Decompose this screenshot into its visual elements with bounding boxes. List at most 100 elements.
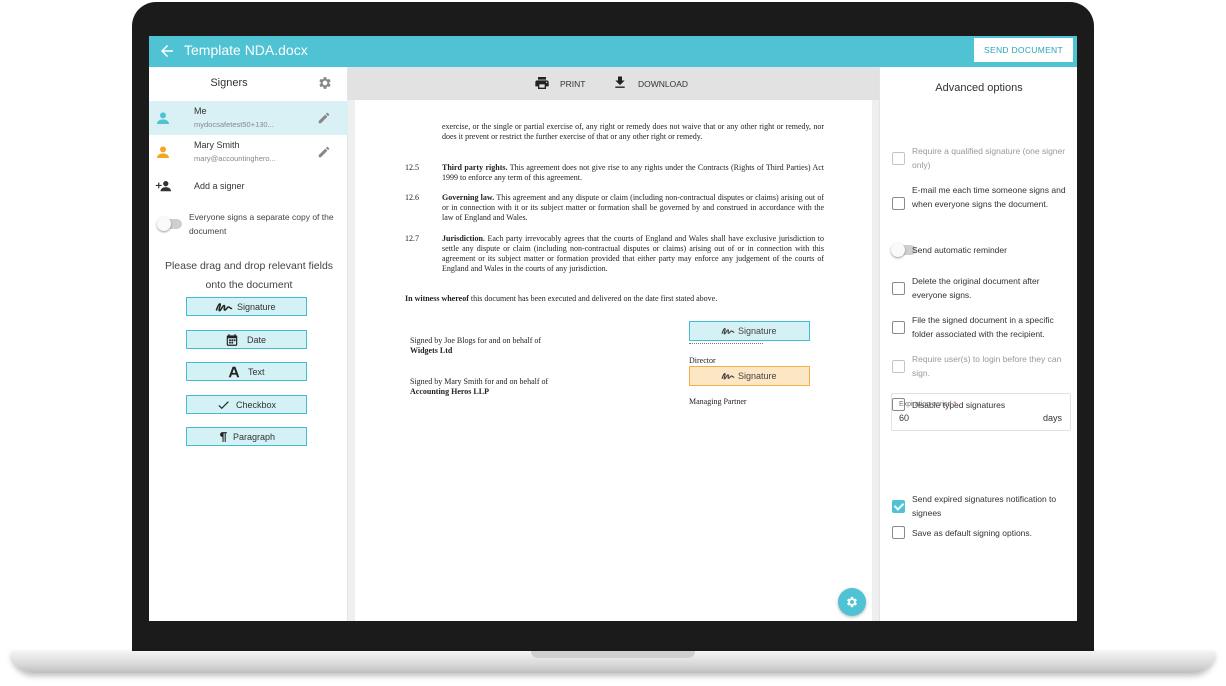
edit-pencil-icon[interactable] [317,111,331,125]
signed-company: Widgets Ltd [410,346,453,355]
expired-notification-checkbox[interactable] [892,500,905,513]
signature-field-mary[interactable]: Signature [689,366,810,386]
file-folder-checkbox[interactable] [892,321,905,334]
printer-icon[interactable] [534,75,550,91]
witness-bold: In witness whereof [405,294,469,303]
clause-heading: Third party rights. [442,163,508,172]
edit-pencil-icon[interactable] [317,145,331,159]
signature-field-label: Signature [738,326,777,336]
gear-icon [847,596,857,608]
field-checkbox-button[interactable]: Checkbox [186,395,307,414]
expiration-value: 60 [899,413,910,423]
arrow-left-icon[interactable] [158,42,176,60]
clause-12-6: Governing law. This agreement and any di… [442,193,824,223]
clause-heading: Jurisdiction. [442,234,485,243]
clause-12-5: Third party rights. This agreement does … [442,163,824,183]
clause-text: Each party irrevocably agrees that the c… [442,234,824,273]
signer-row-mary[interactable]: Mary Smith mary@accountinghero... [149,135,348,169]
signer-row-me[interactable]: Me mydocsafetest50+130... [149,101,348,135]
laptop-mockup: Template NDA.docx SEND DOCUMENT Signers … [0,0,1226,686]
separate-copy-label: Everyone signs a separate copy of the do… [189,212,334,236]
calendar-icon [226,334,238,346]
signature-icon [721,372,735,380]
option-label: Require a qualified signature (one signe… [912,146,1066,170]
signed-company: Accounting Heros LLP [410,387,489,396]
field-text-button[interactable]: Text [186,362,307,381]
drag-hint: Please drag and drop relevant fields ont… [164,260,334,291]
signer-name: Me [194,106,207,116]
paragraph-icon [220,432,227,442]
signature-icon [721,327,735,335]
signed-prefix: Signed by Joe Blogs for and on behalf of [410,336,542,345]
clause-number: 12.7 [405,234,419,243]
signature-field-label: Signature [738,371,777,381]
expiration-period-input[interactable]: Expiration period * 60 days [891,393,1071,431]
clause-heading: Governing law. [442,193,495,202]
person-icon [157,146,169,158]
option-label: E-mail me each time someone signs and wh… [912,185,1066,209]
option-label: Send automatic reminder [912,245,1007,255]
option-label: Send expired signatures notification to … [912,494,1057,518]
field-paragraph-button[interactable]: Paragraph [186,427,307,446]
gear-icon[interactable] [317,75,333,91]
text-icon [228,366,240,378]
field-date-button[interactable]: Date [186,330,307,349]
add-person-icon [155,181,171,192]
signature-line [689,343,763,344]
witness-text: this document has been executed and deli… [468,294,718,303]
email-me-checkbox[interactable] [892,197,905,210]
qualified-signature-checkbox[interactable] [892,152,905,165]
expiration-label: Expiration period * [899,401,957,408]
signature-field-me[interactable]: Signature [689,321,810,341]
advanced-options-title: Advanced options [935,82,1023,94]
clause-intro: exercise, or the single or partial exerc… [442,122,824,142]
field-label: Date [247,335,267,345]
document-viewer: PRINT DOWNLOAD exercise, or the single o… [348,67,879,621]
clause-number: 12.5 [405,163,419,172]
option-label: Save as default signing options. [912,528,1033,538]
download-button[interactable]: DOWNLOAD [638,79,688,89]
signer-email: mary@accountinghero... [194,154,276,163]
send-document-button[interactable]: SEND DOCUMENT [974,38,1073,62]
require-login-checkbox[interactable] [892,360,905,373]
save-default-checkbox[interactable] [892,526,905,539]
add-signer-label: Add a signer [194,181,245,191]
clause-text: This agreement and any dispute or claim … [442,193,824,222]
signed-block-2: Signed by Mary Smith for and on behalf o… [410,377,550,397]
clause-text: exercise, or the single or partial exerc… [442,122,824,141]
document-page: exercise, or the single or partial exerc… [355,100,872,621]
add-signer-button[interactable]: Add a signer [149,169,348,203]
role-director: Director [689,356,716,365]
signer-email: mydocsafetest50+130... [194,120,274,129]
witness-statement: In witness whereof this document has bee… [405,294,825,304]
settings-fab[interactable] [838,588,866,616]
signer-name: Mary Smith [194,140,240,150]
signers-title: Signers [210,77,248,89]
signers-header: Signers [149,67,348,101]
clause-12-7: Jurisdiction. Each party irrevocably agr… [442,234,824,274]
person-icon [157,112,169,124]
print-button[interactable]: PRINT [560,79,586,89]
signature-icon [215,303,233,312]
field-label: Text [248,367,265,377]
delete-original-checkbox[interactable] [892,282,905,295]
option-label: Delete the original document after every… [912,276,1040,300]
top-bar: Template NDA.docx SEND DOCUMENT [149,36,1077,67]
field-signature-button[interactable]: Signature [186,297,307,316]
advanced-options-panel: Advanced options Require a qualified sig… [879,67,1077,621]
option-label: File the signed document in a specific f… [912,315,1054,339]
download-icon[interactable] [612,74,628,91]
role-managing-partner: Managing Partner [689,397,747,406]
expiration-unit: days [1042,413,1062,423]
clause-number: 12.6 [405,193,419,202]
laptop-base [11,651,1215,673]
app-screen: Template NDA.docx SEND DOCUMENT Signers … [149,36,1077,621]
field-label: Paragraph [233,432,276,442]
separate-copy-toggle[interactable] [157,217,182,231]
check-icon [218,401,229,410]
field-label: Checkbox [236,400,277,410]
field-label: Signature [237,302,276,312]
document-toolbar: PRINT DOWNLOAD [348,67,879,100]
signed-block-1: Signed by Joe Blogs for and on behalf of… [410,336,550,356]
signed-prefix: Signed by Mary Smith for and on behalf o… [410,377,549,386]
